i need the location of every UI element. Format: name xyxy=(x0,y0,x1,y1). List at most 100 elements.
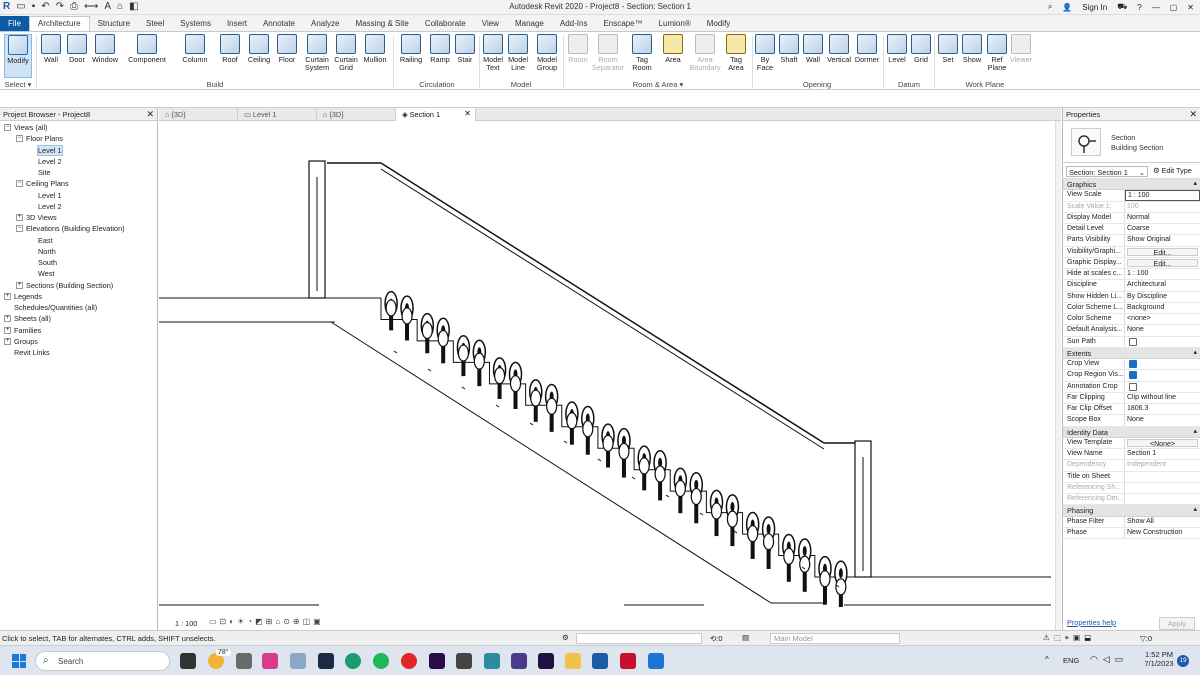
area-boundary-button[interactable]: Area Boundary xyxy=(688,34,722,78)
property-value[interactable] xyxy=(1125,359,1200,369)
property-value[interactable]: New Construction xyxy=(1125,528,1200,538)
tab-modify[interactable]: Modify xyxy=(699,17,739,31)
browser-node[interactable]: Level 2 xyxy=(0,201,157,212)
browser-node[interactable]: West xyxy=(0,268,157,279)
property-value[interactable]: Show All xyxy=(1125,517,1200,527)
level-button[interactable]: Level xyxy=(886,34,908,78)
app-icon-2[interactable] xyxy=(484,653,500,669)
room-button[interactable]: Room xyxy=(566,34,590,78)
property-value[interactable]: Independent xyxy=(1125,460,1200,470)
property-value[interactable]: Background xyxy=(1125,303,1200,313)
view-tab-level-1[interactable]: ▭ Level 1 xyxy=(238,108,317,121)
taskbar-search[interactable]: ⌕ Search xyxy=(35,651,170,671)
notification-badge[interactable]: 19 xyxy=(1177,655,1189,667)
grid-button[interactable]: Grid xyxy=(910,34,932,78)
type-selector[interactable]: Section Building Section xyxy=(1063,121,1200,163)
property-value[interactable]: Edit... xyxy=(1127,258,1198,267)
browser-node[interactable]: + Sheets (all) xyxy=(0,313,157,324)
property-value[interactable]: <None> xyxy=(1127,438,1198,447)
browser-node[interactable]: Schedules/Quantities (all) xyxy=(0,302,157,313)
help-icon[interactable]: ? xyxy=(1137,3,1141,12)
browser-node[interactable]: + Groups xyxy=(0,336,157,347)
by-face-button[interactable]: By Face xyxy=(754,34,776,78)
model-line-button[interactable]: Model Line xyxy=(506,34,530,78)
expand-icon[interactable]: + xyxy=(4,292,11,300)
column-button[interactable]: Column xyxy=(180,34,210,78)
drawing-canvas[interactable] xyxy=(159,121,1055,615)
language-indicator[interactable]: ENG xyxy=(1063,656,1079,665)
search-icon[interactable]: ⌕ xyxy=(1048,2,1052,12)
browser-node[interactable]: +3D Views xyxy=(0,212,157,223)
property-value[interactable]: 1 : 100 xyxy=(1125,269,1200,279)
maximize-button[interactable]: ▢ xyxy=(1170,3,1178,12)
property-value[interactable]: By Discipline xyxy=(1125,292,1200,302)
curtain-grid-button[interactable]: Curtain Grid xyxy=(333,34,359,78)
browser-node[interactable]: Level 2 xyxy=(0,156,157,167)
autocad-icon[interactable] xyxy=(620,653,636,669)
checkbox[interactable] xyxy=(1129,360,1137,368)
app-icon-3[interactable] xyxy=(648,653,664,669)
property-value[interactable]: None xyxy=(1125,415,1200,425)
room-separator-button[interactable]: Room Separator xyxy=(591,34,625,78)
vertical-scrollbar[interactable] xyxy=(1055,121,1061,630)
show-button[interactable]: Show xyxy=(961,34,983,78)
sign-in-link[interactable]: Sign In xyxy=(1082,3,1107,12)
capture-icon[interactable] xyxy=(511,653,527,669)
tab-file[interactable]: File xyxy=(0,16,29,31)
view-tab-section-1[interactable]: ◈ Section 1 ✕ xyxy=(396,108,476,121)
browser-node[interactable]: − Ceiling Plans xyxy=(0,178,157,189)
set-button[interactable]: Set xyxy=(937,34,959,78)
instance-selector-dropdown[interactable]: Section: Section 1 ⌄ xyxy=(1066,166,1148,177)
tab-architecture[interactable]: Architecture xyxy=(28,16,90,31)
browser-node[interactable]: South xyxy=(0,257,157,268)
property-value[interactable]: None xyxy=(1125,325,1200,335)
property-value[interactable]: Architectural xyxy=(1125,280,1200,290)
browser-node[interactable]: − Floor Plans xyxy=(0,133,157,144)
tab-analyze[interactable]: Analyze xyxy=(303,17,347,31)
property-value[interactable]: Show Original xyxy=(1125,235,1200,245)
premiere-icon[interactable] xyxy=(429,653,445,669)
shaft-button[interactable]: Shaft xyxy=(778,34,800,78)
properties-help-link[interactable]: Properties help xyxy=(1067,618,1116,627)
browser-node[interactable]: North xyxy=(0,246,157,257)
collapse-icon[interactable]: − xyxy=(16,180,23,188)
model-text-button[interactable]: Model Text xyxy=(481,34,505,78)
property-value[interactable] xyxy=(1125,494,1200,504)
design-option-dropdown[interactable]: Main Model xyxy=(770,633,900,644)
component-button[interactable]: Component xyxy=(125,34,169,78)
property-value[interactable] xyxy=(1125,382,1200,392)
selection-filter-icons[interactable]: ⚠⬚⌖▣⬓ xyxy=(1043,633,1095,643)
workset-dropdown[interactable] xyxy=(576,633,702,644)
door-button[interactable]: Door xyxy=(66,34,88,78)
design-options-icon[interactable]: ▤ xyxy=(742,633,749,642)
collapse-icon[interactable]: − xyxy=(4,124,11,132)
viewer-button[interactable]: Viewer xyxy=(1009,34,1033,78)
browser-node[interactable]: − Elevations (Building Elevation) xyxy=(0,223,157,234)
expand-icon[interactable]: + xyxy=(4,315,11,323)
property-value[interactable]: 1806.3 xyxy=(1125,404,1200,414)
browser-node[interactable]: Site xyxy=(0,167,157,178)
collapse-icon[interactable]: − xyxy=(16,135,23,143)
filter-count[interactable]: ▽:0 xyxy=(1140,634,1152,643)
model-group-button[interactable]: Model Group xyxy=(533,34,561,78)
task-view-icon[interactable] xyxy=(180,653,196,669)
app-icon[interactable] xyxy=(456,653,472,669)
roof-button[interactable]: Roof xyxy=(219,34,241,78)
property-category[interactable]: Phasing xyxy=(1063,505,1200,517)
floor-button[interactable]: Floor xyxy=(276,34,298,78)
wall-opening-button[interactable]: Wall xyxy=(802,34,824,78)
property-value[interactable]: Normal xyxy=(1125,213,1200,223)
checkbox[interactable] xyxy=(1129,337,1137,346)
stair-button[interactable]: Stair xyxy=(454,34,476,78)
dormer-button[interactable]: Dormer xyxy=(854,34,880,78)
area-button[interactable]: Area xyxy=(660,34,686,78)
checkbox[interactable] xyxy=(1129,382,1137,391)
tab-add-ins[interactable]: Add-Ins xyxy=(552,17,596,31)
view-control-icons[interactable]: ▭⊡◐☀◔◩⊞⌂⊙⊕◫▣ xyxy=(209,617,324,626)
apply-button[interactable]: Apply xyxy=(1158,617,1195,630)
checkbox[interactable] xyxy=(1129,371,1137,380)
edit-type-button[interactable]: ⚙ Edit Type xyxy=(1153,166,1192,175)
ramp-button[interactable]: Ramp xyxy=(429,34,451,78)
property-value[interactable]: 100 xyxy=(1125,202,1200,212)
tab-view[interactable]: View xyxy=(474,17,507,31)
